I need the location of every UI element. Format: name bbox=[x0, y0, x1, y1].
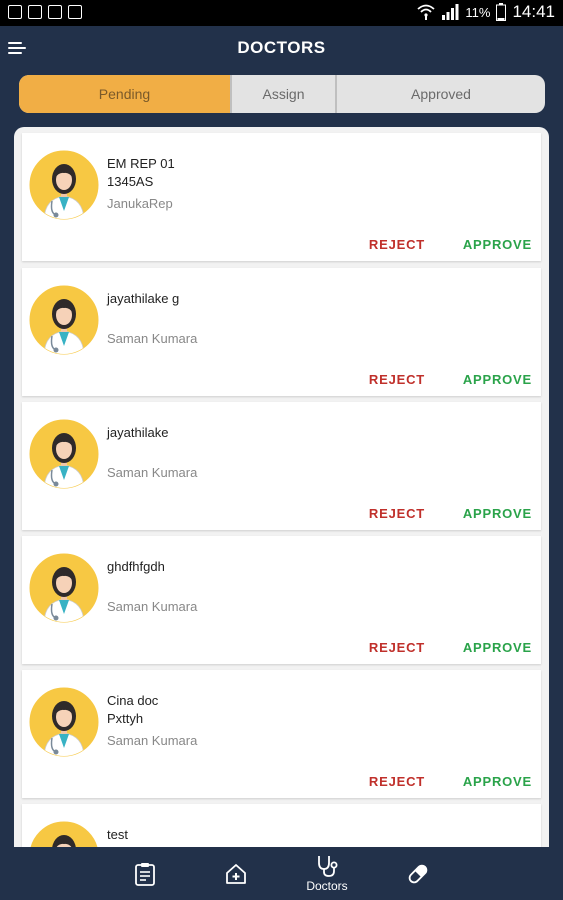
doctor-list[interactable]: EM REP 01 1345AS JanukaRep REJECT APPROV… bbox=[14, 127, 549, 847]
doctor-name: test bbox=[107, 827, 128, 842]
doctor-card: ghdfhfgdh Saman Kumara REJECT APPROVE bbox=[22, 536, 541, 664]
doctor-rep: JanukaRep bbox=[107, 196, 173, 211]
doctor-rep: Saman Kumara bbox=[107, 599, 198, 614]
tab-assign[interactable]: Assign bbox=[230, 75, 335, 113]
reject-button[interactable]: REJECT bbox=[369, 640, 425, 655]
doctor-avatar-icon bbox=[29, 820, 99, 847]
status-bar: 11% 14:41 bbox=[0, 0, 563, 26]
nav-doctors-label: Doctors bbox=[306, 878, 348, 893]
bottom-navigation: Doctors bbox=[0, 847, 563, 900]
approve-button[interactable]: APPROVE bbox=[463, 237, 532, 252]
reject-button[interactable]: REJECT bbox=[369, 237, 425, 252]
doctor-card: jayathilake Saman Kumara REJECT APPROVE bbox=[22, 402, 541, 530]
hospital-home-icon bbox=[226, 863, 246, 884]
app-bar: DOCTORS bbox=[0, 26, 563, 72]
doctor-avatar-icon bbox=[28, 552, 100, 624]
approve-button[interactable]: APPROVE bbox=[463, 640, 532, 655]
doctor-rep: Saman Kumara bbox=[107, 465, 198, 480]
doctor-rep: Saman Kumara bbox=[107, 331, 198, 346]
doctor-avatar-icon bbox=[28, 149, 100, 221]
battery-icon bbox=[496, 3, 507, 21]
clock: 14:41 bbox=[512, 2, 555, 21]
doctor-card: EM REP 01 1345AS JanukaRep REJECT APPROV… bbox=[22, 133, 541, 261]
stethoscope-icon bbox=[318, 855, 338, 877]
nav-doctors[interactable]: Doctors bbox=[297, 847, 357, 900]
download-notification-icon bbox=[68, 5, 82, 19]
doctor-avatar-icon bbox=[28, 418, 100, 490]
nav-medicines[interactable] bbox=[388, 847, 448, 900]
notification-icons bbox=[8, 5, 82, 19]
signal-icon bbox=[442, 4, 459, 20]
wifi-icon bbox=[417, 4, 435, 20]
tab-approved[interactable]: Approved bbox=[335, 75, 545, 113]
doctor-rep: Saman Kumara bbox=[107, 733, 198, 748]
reject-button[interactable]: REJECT bbox=[369, 774, 425, 789]
approve-button[interactable]: APPROVE bbox=[463, 774, 532, 789]
approve-button[interactable]: APPROVE bbox=[463, 506, 532, 521]
doctor-name: Cina doc bbox=[107, 693, 159, 708]
battery-percent: 11% bbox=[465, 4, 491, 20]
reject-button[interactable]: REJECT bbox=[369, 372, 425, 387]
tab-pending[interactable]: Pending bbox=[19, 75, 230, 113]
doctor-name: jayathilake bbox=[107, 425, 169, 440]
nav-prescriptions[interactable] bbox=[115, 847, 175, 900]
doctor-card: test bbox=[22, 804, 541, 847]
doctor-card: Cina doc Pxttyh Saman Kumara REJECT APPR… bbox=[22, 670, 541, 798]
doctor-code: Pxttyh bbox=[107, 711, 144, 726]
page-title: DOCTORS bbox=[237, 38, 326, 57]
clipboard-icon bbox=[135, 862, 155, 886]
doctor-name: jayathilake g bbox=[107, 291, 180, 306]
doctor-name: EM REP 01 bbox=[107, 156, 175, 171]
doctor-card: jayathilake g Saman Kumara REJECT APPROV… bbox=[22, 268, 541, 396]
doctor-avatar-icon bbox=[28, 284, 100, 356]
reject-button[interactable]: REJECT bbox=[369, 506, 425, 521]
approve-button[interactable]: APPROVE bbox=[463, 372, 532, 387]
doctor-code: 1345AS bbox=[107, 174, 154, 189]
pill-icon bbox=[408, 864, 428, 883]
image-notification-icon bbox=[28, 5, 42, 19]
prescription-notification-icon bbox=[8, 5, 22, 19]
doctor-name: ghdfhfgdh bbox=[107, 559, 165, 574]
nav-hospital[interactable] bbox=[206, 847, 266, 900]
mail-notification-icon bbox=[48, 5, 62, 19]
doctor-avatar-icon bbox=[28, 686, 100, 758]
tab-bar: Pending Assign Approved bbox=[19, 75, 545, 113]
